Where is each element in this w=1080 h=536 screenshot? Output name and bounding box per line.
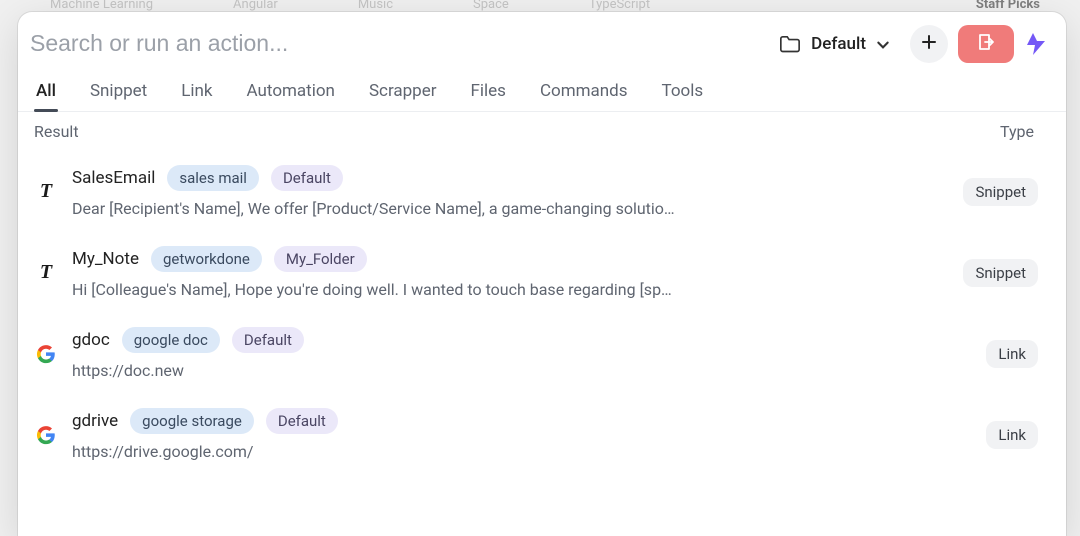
result-row[interactable]: gdoc google doc Default https://doc.new … [18, 313, 1060, 394]
row-type: Snippet [963, 178, 1038, 206]
result-row[interactable]: T SalesEmail sales mail Default Dear [Re… [18, 151, 1060, 232]
row-type: Link [986, 421, 1038, 449]
filter-tabs: All Snippet Link Automation Scrapper Fil… [18, 73, 1066, 112]
row-title: gdoc [72, 330, 110, 350]
tab-snippet[interactable]: Snippet [88, 73, 149, 111]
row-desc: Dear [Recipient's Name], We offer [Produ… [72, 199, 712, 218]
app-logo[interactable] [1024, 30, 1048, 58]
bg-tab: Staff Picks [976, 0, 1040, 12]
row-tag: google storage [130, 408, 254, 434]
tab-all[interactable]: All [34, 73, 58, 111]
row-title: My_Note [72, 249, 139, 269]
bg-tab: Space [473, 0, 509, 12]
exit-button[interactable] [958, 25, 1014, 63]
tab-commands[interactable]: Commands [538, 73, 630, 111]
row-title: gdrive [72, 411, 118, 431]
row-content: My_Note getworkdone My_Folder Hi [Collea… [72, 246, 949, 299]
add-button[interactable] [910, 25, 948, 63]
results-list[interactable]: T SalesEmail sales mail Default Dear [Re… [18, 151, 1066, 536]
folder-icon [779, 35, 801, 53]
row-title: SalesEmail [72, 168, 155, 188]
exit-icon [976, 33, 996, 55]
row-tag: getworkdone [151, 246, 262, 272]
row-folder: Default [266, 408, 338, 434]
row-content: gdoc google doc Default https://doc.new [72, 327, 972, 380]
list-header: Result Type [18, 112, 1066, 151]
background-nav: Machine Learning Angular Music Space Typ… [0, 0, 1080, 12]
row-type: Snippet [963, 259, 1038, 287]
bg-tab: Machine Learning [50, 0, 153, 12]
row-folder: Default [232, 327, 304, 353]
row-folder: Default [271, 165, 343, 191]
row-content: gdrive google storage Default https://dr… [72, 408, 972, 461]
header-result: Result [34, 122, 79, 141]
chevron-down-icon [876, 37, 890, 51]
tab-files[interactable]: Files [469, 73, 508, 111]
text-icon: T [34, 180, 58, 204]
header-type: Type [1000, 122, 1034, 141]
result-row[interactable]: T My_Note getworkdone My_Folder Hi [Coll… [18, 232, 1060, 313]
text-icon: T [34, 261, 58, 285]
folder-label: Default [811, 34, 866, 54]
tab-automation[interactable]: Automation [245, 73, 337, 111]
plus-icon [920, 33, 938, 55]
row-tag: sales mail [167, 165, 259, 191]
google-icon [34, 342, 58, 366]
tab-link[interactable]: Link [179, 73, 214, 111]
command-palette: Default [18, 12, 1066, 536]
row-type: Link [986, 340, 1038, 368]
row-desc: https://drive.google.com/ [72, 442, 712, 461]
tab-tools[interactable]: Tools [660, 73, 706, 111]
search-input[interactable] [30, 24, 759, 63]
google-icon [34, 423, 58, 447]
row-folder: My_Folder [274, 246, 367, 272]
row-desc: https://doc.new [72, 361, 712, 380]
row-desc: Hi [Colleague's Name], Hope you're doing… [72, 280, 712, 299]
row-content: SalesEmail sales mail Default Dear [Reci… [72, 165, 949, 218]
bg-tab: Angular [233, 0, 278, 12]
folder-select[interactable]: Default [769, 28, 900, 60]
row-tag: google doc [122, 327, 220, 353]
bg-tab: TypeScript [589, 0, 650, 12]
result-row[interactable]: gdrive google storage Default https://dr… [18, 394, 1060, 475]
bg-tab: Music [358, 0, 393, 12]
header: Default [18, 12, 1066, 73]
tab-scrapper[interactable]: Scrapper [367, 73, 439, 111]
